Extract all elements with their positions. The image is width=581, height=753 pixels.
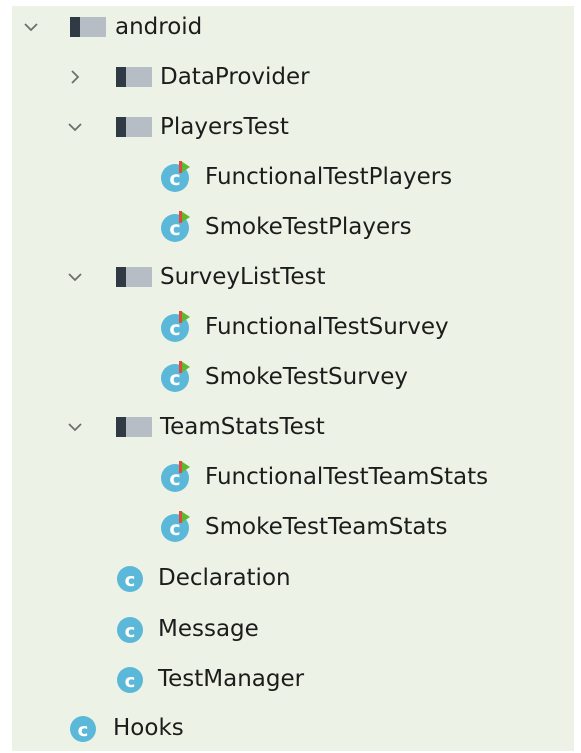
folder-icon [116, 117, 152, 137]
tree-node-label: SmokeTestSurvey [205, 364, 409, 390]
tree-node-label: Hooks [113, 715, 184, 741]
tree-node-surveylisttest[interactable]: SurveyListTest [12, 252, 574, 302]
svg-text:c: c [125, 621, 136, 642]
tree-node-dataprovider[interactable]: DataProvider [12, 52, 574, 102]
svg-text:c: c [169, 318, 180, 340]
project-tree-panel: android DataProvider PlayersTest c Funct… [12, 6, 574, 751]
chevron-down-icon[interactable] [24, 20, 38, 34]
tree-node-label: android [115, 14, 203, 40]
tree-node-label: TeamStatsTest [160, 414, 325, 440]
svg-text:c: c [169, 218, 180, 240]
tree-node-functionaltestsurvey[interactable]: c FunctionalTestSurvey [12, 302, 574, 352]
chevron-down-icon[interactable] [68, 270, 82, 284]
tree-node-label: Declaration [158, 565, 291, 591]
tree-node-message[interactable]: c Message [12, 604, 574, 654]
tree-node-label: SurveyListTest [160, 264, 326, 290]
svg-text:c: c [125, 570, 136, 591]
folder-icon [116, 267, 152, 287]
tree-node-testmanager[interactable]: c TestManager [12, 654, 574, 704]
class-icon: c [117, 667, 143, 693]
test-class-icon: c [161, 361, 190, 392]
class-icon: c [117, 617, 143, 643]
tree-node-functionaltestplayers[interactable]: c FunctionalTestPlayers [12, 152, 574, 202]
tree-node-label: SmokeTestPlayers [205, 214, 412, 240]
tree-node-playerstest[interactable]: PlayersTest [12, 102, 574, 152]
tree-node-smoketestsurvey[interactable]: c SmokeTestSurvey [12, 352, 574, 402]
tree-node-smoketestteamstats[interactable]: c SmokeTestTeamStats [12, 502, 574, 552]
svg-text:c: c [78, 720, 89, 741]
class-icon: c [117, 566, 143, 592]
tree-node-label: DataProvider [160, 64, 310, 90]
svg-text:c: c [169, 368, 180, 390]
test-class-icon: c [161, 161, 190, 192]
test-class-icon: c [161, 311, 190, 342]
chevron-down-icon[interactable] [68, 420, 82, 434]
folder-icon [70, 17, 106, 37]
tree-node-label: Message [158, 616, 259, 642]
test-class-icon: c [161, 461, 190, 492]
chevron-right-icon[interactable] [68, 70, 82, 84]
tree-node-label: TestManager [158, 666, 305, 692]
tree-node-android[interactable]: android [12, 2, 574, 52]
tree-node-teamstatstest[interactable]: TeamStatsTest [12, 402, 574, 452]
tree-node-label: FunctionalTestSurvey [205, 314, 449, 340]
class-icon: c [70, 716, 96, 742]
svg-text:c: c [169, 168, 180, 190]
tree-node-label: SmokeTestTeamStats [205, 514, 448, 540]
svg-text:c: c [169, 518, 180, 540]
tree-node-hooks[interactable]: c Hooks [12, 703, 574, 753]
tree-node-label: FunctionalTestTeamStats [205, 464, 489, 490]
folder-icon [116, 67, 152, 87]
chevron-down-icon[interactable] [68, 120, 82, 134]
tree-node-functionaltestteamstats[interactable]: c FunctionalTestTeamStats [12, 452, 574, 502]
test-class-icon: c [161, 211, 190, 242]
svg-text:c: c [125, 671, 136, 692]
tree-node-smoketestplayers[interactable]: c SmokeTestPlayers [12, 202, 574, 252]
test-class-icon: c [161, 511, 190, 542]
svg-text:c: c [169, 468, 180, 490]
folder-icon [116, 417, 152, 437]
tree-node-declaration[interactable]: c Declaration [12, 553, 574, 603]
tree-node-label: FunctionalTestPlayers [205, 164, 453, 190]
tree-node-label: PlayersTest [160, 114, 289, 140]
